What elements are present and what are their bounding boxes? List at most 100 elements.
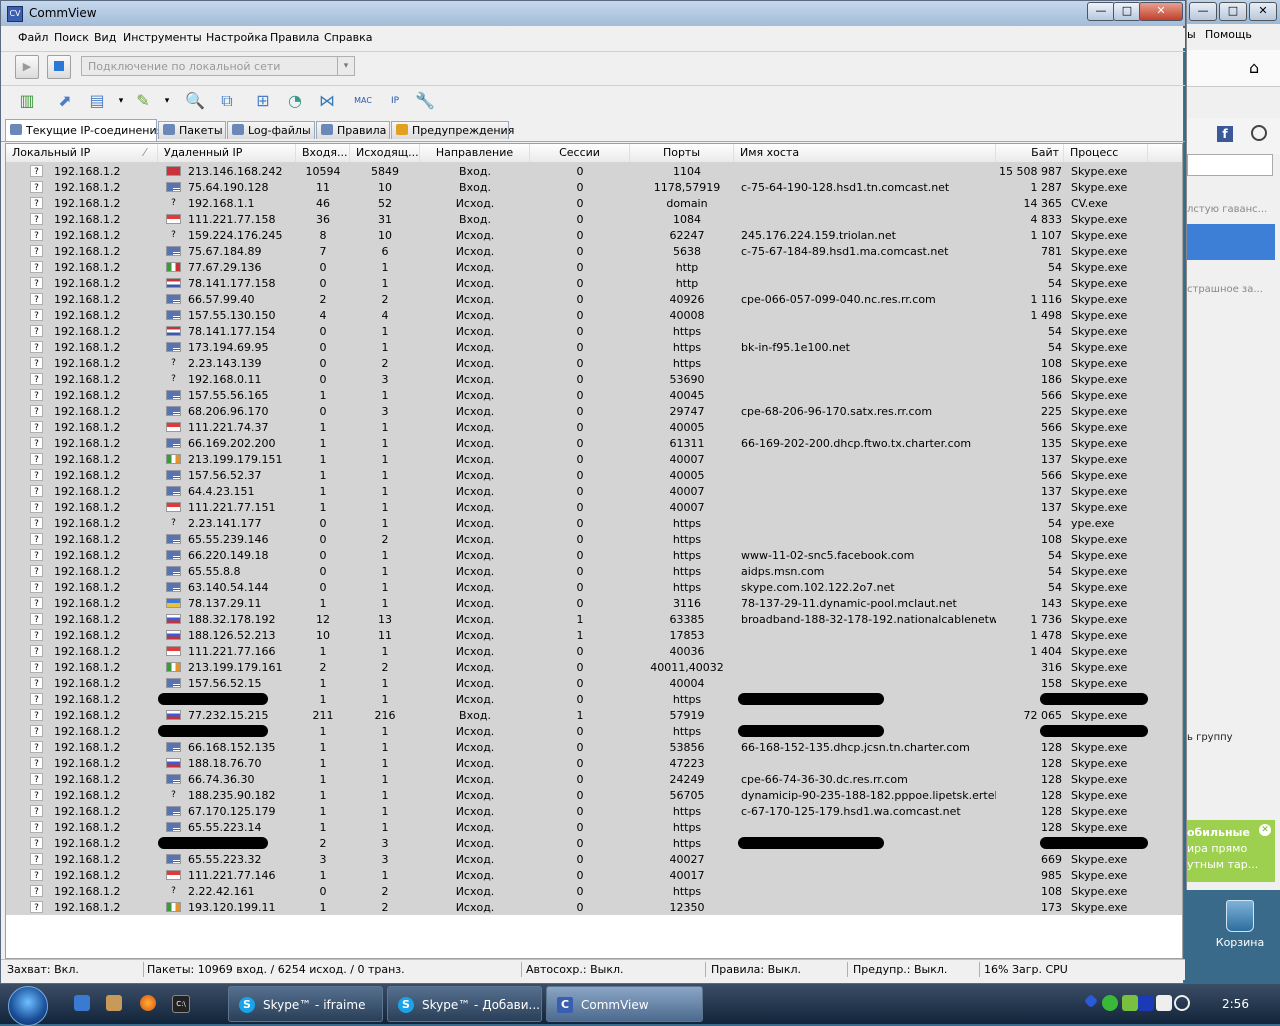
table-row[interactable]: ? 192.168.1.2 157.55.56.165 1 1 Исход. 0 40045 5… [6,387,1182,403]
table-row[interactable]: ?? 192.168.1.2 2.23.141.177 0 1 Исход. 0 https 5… [6,515,1182,531]
task-skype-2[interactable]: S Skype™ - Добави... [387,986,542,1022]
table-row[interactable]: ? 192.168.1.2 66.57.99.40 2 2 Исход. 0 40926 cpe… [6,291,1182,307]
bg-maximize-button[interactable]: □ [1219,2,1247,21]
bg-minimize-button[interactable]: — [1189,2,1217,21]
table-row[interactable]: ? 192.168.1.2 111.221.77.146 1 1 Исход. 0 40017… [6,867,1182,883]
table-row[interactable]: ? 192.168.1.2 157.56.52.37 1 1 Исход. 0 40005 56… [6,467,1182,483]
table-row[interactable]: ? 192.168.1.2 188.126.52.213 10 11 Исход. 1 178… [6,627,1182,643]
start-button[interactable] [8,986,48,1026]
close-button[interactable]: ✕ [1139,2,1183,21]
chevron-down-icon[interactable]: ▾ [337,57,354,75]
media-icon[interactable] [1138,995,1154,1011]
table-row[interactable]: ? 192.168.1.2 188.32.178.192 12 13 Исход. 1 633… [6,611,1182,627]
update-icon[interactable] [1174,995,1190,1011]
connections-table[interactable]: Локальный IP ⁄ Удаленный IP Входя... Исхо… [5,143,1183,959]
tab-rules[interactable]: Правила [316,121,390,139]
table-row[interactable]: ?? 192.168.1.2 2.22.42.161 0 2 Исход. 0 https 10… [6,883,1182,899]
table-row[interactable]: ? 192.168.1.2 66.169.202.200 1 1 Исход. 0 61311… [6,435,1182,451]
bg-search-field[interactable] [1187,154,1273,176]
table-row[interactable]: ?? 192.168.1.2 188.235.90.182 1 1 Исход. 0 5670… [6,787,1182,803]
search-icon[interactable]: 🔍 [183,89,207,113]
home-icon[interactable]: ⌂ [1249,58,1267,77]
mac-alias-icon[interactable]: MAC [351,89,375,113]
table-row[interactable]: ? 192.168.1.2 1 1 Исход. 0 https [6,723,1182,739]
table-row[interactable]: ? 192.168.1.2 75.67.184.89 7 6 Исход. 0 5638 c-7… [6,243,1182,259]
chevron-down-icon[interactable]: ▾ [155,89,179,113]
table-row[interactable]: ? 192.168.1.2 64.4.23.151 1 1 Исход. 0 40007 137… [6,483,1182,499]
table-row[interactable]: ? 192.168.1.2 157.56.52.15 1 1 Исход. 0 40004 15… [6,675,1182,691]
table-row[interactable]: ? 192.168.1.2 66.168.152.135 1 1 Исход. 0 53856… [6,739,1182,755]
tab-ip-connections[interactable]: Текущие IP-соединения [5,119,163,141]
table-row[interactable]: ? 192.168.1.2 2 3 Исход. 0 https [6,835,1182,851]
bg-close-button[interactable]: ✕ [1249,2,1277,21]
table-row[interactable]: ? 192.168.1.2 65.55.223.32 3 3 Исход. 0 40027 66… [6,851,1182,867]
menu-search[interactable]: Поиск [54,31,89,44]
firefox-icon[interactable] [140,995,156,1011]
menu-file[interactable]: Файл [18,31,48,44]
column-remote-ip[interactable]: Удаленный IP [158,144,296,162]
packet-generator-icon[interactable]: ✎ [131,89,155,113]
steam-icon[interactable] [106,995,122,1011]
table-row[interactable]: ? 192.168.1.2 193.120.199.11 1 2 Исход. 0 12350… [6,899,1182,915]
table-row[interactable]: ? 192.168.1.2 65.55.8.8 0 1 Исход. 0 https aidps… [6,563,1182,579]
table-row[interactable]: ?? 192.168.1.2 192.168.0.11 0 3 Исход. 0 53690 1… [6,371,1182,387]
table-row[interactable]: ? 192.168.1.2 1 1 Исход. 0 https [6,691,1182,707]
table-row[interactable]: ? 192.168.1.2 213.199.179.151 1 1 Исход. 0 4000… [6,451,1182,467]
table-row[interactable]: ? 192.168.1.2 213.199.179.161 2 2 Исход. 0 4001… [6,659,1182,675]
table-row[interactable]: ?? 192.168.1.2 2.23.143.139 0 2 Исход. 0 https 1… [6,355,1182,371]
skype-tray-icon[interactable] [1102,995,1118,1011]
table-row[interactable]: ? 192.168.1.2 157.55.130.150 4 4 Исход. 0 40008… [6,307,1182,323]
column-outgoing[interactable]: Исходящ... [350,144,420,162]
column-sessions[interactable]: Сессии [530,144,630,162]
minimize-button[interactable]: — [1087,2,1115,21]
export-icon[interactable]: ⬈ [53,89,77,113]
wrench-icon[interactable]: 🔧 [413,89,437,113]
facebook-icon[interactable]: f [1217,126,1233,142]
bg-menu-help[interactable]: Помощь [1205,28,1252,41]
table-row[interactable]: ?? 192.168.1.2 192.168.1.1 46 52 Исход. 0 domai… [6,195,1182,211]
save-icon[interactable]: ▤ [85,89,109,113]
explorer-icon[interactable] [74,995,90,1011]
table-row[interactable]: ? 192.168.1.2 77.67.29.136 0 1 Исход. 0 http 54 S… [6,259,1182,275]
menu-tools[interactable]: Инструменты [123,31,202,44]
menu-settings[interactable]: Настройка [206,31,268,44]
column-ports[interactable]: Порты [630,144,734,162]
table-row[interactable]: ? 192.168.1.2 78.137.29.11 1 1 Исход. 0 3116 78-… [6,595,1182,611]
table-row[interactable]: ? 192.168.1.2 188.18.76.70 1 1 Исход. 0 47223 12… [6,755,1182,771]
table-row[interactable]: ? 192.168.1.2 78.141.177.154 0 1 Исход. 0 https… [6,323,1182,339]
table-row[interactable]: ?? 192.168.1.2 159.224.176.245 8 10 Исход. 0 62… [6,227,1182,243]
monitor-icon[interactable] [1156,995,1172,1011]
column-incoming[interactable]: Входя... [296,144,350,162]
clock[interactable]: 2:56 [1222,997,1249,1011]
adapter-select[interactable]: Подключение по локальной сети ▾ [81,56,355,76]
statistics-icon[interactable]: ◔ [283,89,307,113]
table-row[interactable]: ? 192.168.1.2 65.55.223.14 1 1 Исход. 0 https 12… [6,819,1182,835]
maximize-button[interactable]: □ [1113,2,1141,21]
column-process[interactable]: Процесс [1064,144,1148,162]
table-row[interactable]: ? 192.168.1.2 111.221.77.151 1 1 Исход. 0 40007… [6,499,1182,515]
menu-view[interactable]: Вид [94,31,116,44]
menu-rules[interactable]: Правила [270,31,319,44]
decoder-icon[interactable]: ⧉ [215,89,239,113]
table-row[interactable]: ? 192.168.1.2 67.170.125.179 1 1 Исход. 0 https… [6,803,1182,819]
table-row[interactable]: ? 192.168.1.2 111.221.77.158 36 31 Вход. 0 1084… [6,211,1182,227]
network-icon[interactable] [1083,993,1099,1009]
stop-capture-button[interactable] [47,55,71,79]
table-row[interactable]: ? 192.168.1.2 213.146.168.242 10594 5849 Вход… [6,163,1182,179]
task-skype-1[interactable]: S Skype™ - ifraime [228,986,383,1022]
table-row[interactable]: ? 192.168.1.2 65.55.239.146 0 2 Исход. 0 https 1… [6,531,1182,547]
close-icon[interactable]: ✕ [1259,824,1271,836]
menu-help[interactable]: Справка [324,31,372,44]
table-row[interactable]: ? 192.168.1.2 66.220.149.18 0 1 Исход. 0 https w… [6,547,1182,563]
column-direction[interactable]: Направление [420,144,530,162]
bg-menu-fragment[interactable]: ы [1187,28,1196,41]
table-row[interactable]: ? 192.168.1.2 77.232.15.215 211 216 Вход. 1 579… [6,707,1182,723]
task-commview[interactable]: C CommView [546,986,703,1022]
column-local-ip[interactable]: Локальный IP ⁄ [6,144,158,162]
table-row[interactable]: ? 192.168.1.2 111.221.77.166 1 1 Исход. 0 40036… [6,643,1182,659]
clock-icon[interactable] [1251,125,1267,141]
connections-icon[interactable]: ⋈ [315,89,339,113]
start-capture-button[interactable]: ▶ [15,55,39,79]
tab-packets[interactable]: Пакеты [158,121,226,139]
table-row[interactable]: ? 192.168.1.2 68.206.96.170 0 3 Исход. 0 29747 c… [6,403,1182,419]
